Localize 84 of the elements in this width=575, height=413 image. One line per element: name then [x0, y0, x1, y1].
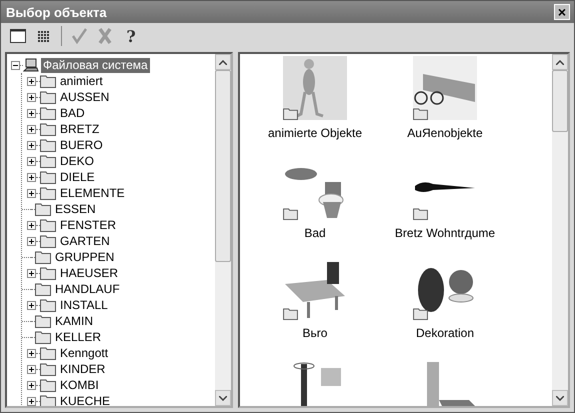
folder-icon [283, 108, 298, 120]
window-title: Выбор объекта [6, 4, 107, 20]
folder-icon [40, 186, 56, 200]
expand-box[interactable] [27, 268, 36, 278]
window-icon [10, 29, 26, 43]
tree-item[interactable]: KAMIN [53, 314, 96, 328]
expand-box[interactable] [27, 188, 36, 198]
expand-box[interactable] [27, 300, 36, 310]
tree-item[interactable]: HANDLAUF [53, 282, 122, 296]
folder-icon [40, 362, 56, 376]
tree-item[interactable]: GARTEN [58, 234, 112, 248]
tree-item[interactable]: ELEMENTE [58, 186, 127, 200]
folder-icon [40, 170, 56, 184]
expand-box[interactable] [27, 220, 36, 230]
tree-item[interactable]: KELLER [53, 330, 104, 344]
folder-icon [35, 250, 51, 264]
folder-icon [40, 298, 56, 312]
tree-item[interactable]: FENSTER [58, 218, 118, 232]
scroll-thumb[interactable] [552, 70, 568, 132]
folder-icon [40, 90, 56, 104]
scrollbar[interactable] [215, 54, 231, 406]
folder-icon [413, 208, 428, 220]
tree-item[interactable]: GRUPPEN [53, 250, 116, 264]
item-caption: Bad [304, 226, 326, 240]
help-button[interactable]: ? [120, 25, 142, 47]
tree-item[interactable]: DEKO [58, 154, 96, 168]
tree-item[interactable]: BAD [58, 106, 87, 120]
tree-item[interactable]: KINDER [58, 362, 108, 376]
expand-box[interactable] [27, 92, 36, 102]
expand-box[interactable] [27, 140, 36, 150]
folder-icon [40, 218, 56, 232]
folder-icon [40, 138, 56, 152]
check-icon [71, 28, 87, 44]
computer-icon [23, 58, 39, 72]
tree-item[interactable]: KUECHE [58, 394, 112, 406]
folder-icon [40, 106, 56, 120]
expand-box[interactable] [27, 236, 36, 246]
folder-icon [35, 202, 51, 216]
folder-icon [35, 314, 51, 328]
expand-box[interactable] [27, 108, 36, 118]
collapse-box[interactable] [11, 60, 20, 70]
folder-icon [40, 266, 56, 280]
tree-item[interactable]: BUERO [58, 138, 105, 152]
expand-box[interactable] [27, 172, 36, 182]
folder-icon [35, 282, 51, 296]
scrollbar[interactable] [552, 54, 568, 406]
folder-icon [40, 74, 56, 88]
item-caption: Bretz Wohntrдume [394, 226, 496, 240]
item-caption: Dekoration [416, 326, 474, 340]
folder-icon [40, 122, 56, 136]
expand-box[interactable] [27, 348, 36, 358]
tree-item[interactable]: DIELE [58, 170, 97, 184]
expand-box[interactable] [27, 76, 36, 86]
tree-item[interactable]: INSTALL [58, 298, 110, 312]
folder-icon [40, 346, 56, 360]
scroll-thumb[interactable] [215, 70, 231, 262]
folder-icon [283, 308, 298, 320]
grid-icon [38, 30, 50, 42]
tree-item[interactable]: Kenngott [58, 346, 110, 360]
item-caption: AuЯenobjekte [407, 126, 483, 140]
folder-icon [413, 308, 428, 320]
folder-icon [40, 394, 56, 406]
expand-box[interactable] [27, 364, 36, 374]
folder-icon [413, 108, 428, 120]
tree-item[interactable]: AUSSEN [58, 90, 112, 104]
expand-box[interactable] [27, 380, 36, 390]
tree-item[interactable]: Файловая система [41, 58, 150, 72]
tree-item[interactable]: animiert [58, 74, 105, 88]
folder-icon [40, 154, 56, 168]
folder-icon [40, 378, 56, 392]
folder-icon [35, 330, 51, 344]
tree-item[interactable]: HAEUSER [58, 266, 120, 280]
folder-icon [40, 234, 56, 248]
expand-box[interactable] [27, 124, 36, 134]
expand-box[interactable] [27, 396, 36, 406]
tree-item[interactable]: ESSEN [53, 202, 98, 216]
tree-item[interactable]: BRETZ [58, 122, 102, 136]
expand-box[interactable] [27, 156, 36, 166]
tree-item[interactable]: KOMBI [58, 378, 101, 392]
cross-icon [98, 28, 112, 44]
item-caption: Вьro [302, 326, 328, 340]
close-button[interactable]: × [554, 4, 570, 20]
item-caption: animierte Objekte [268, 126, 362, 140]
folder-icon [283, 208, 298, 220]
